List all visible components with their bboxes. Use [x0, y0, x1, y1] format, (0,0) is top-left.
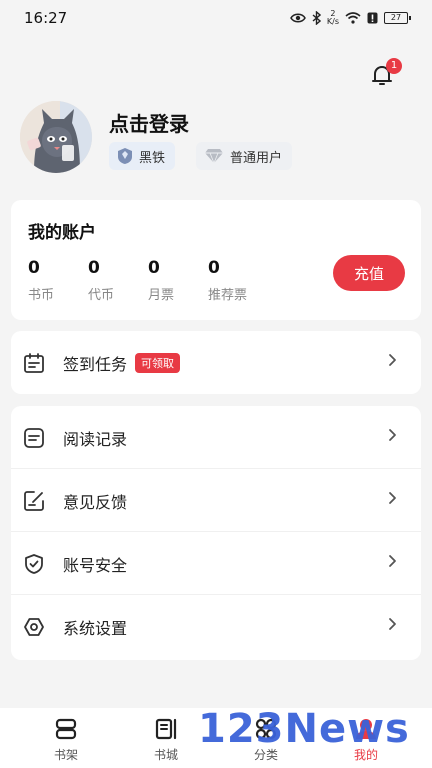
nav-label: 书城: [153, 748, 178, 762]
reading-history-icon: [22, 426, 46, 450]
nav-bookstore[interactable]: 书城: [130, 708, 202, 763]
level-badge-label: 黑铁: [139, 150, 166, 166]
settings-icon: [22, 615, 46, 639]
net-speed: 2 K/s: [326, 9, 339, 26]
status-icons: 2 K/s 27: [290, 9, 411, 26]
diamond-icon: [205, 149, 223, 164]
sign-in-task-row[interactable]: 签到任务 可领取: [11, 331, 421, 394]
stat-value: 0: [208, 258, 220, 278]
feedback-icon: [22, 489, 46, 513]
menu-item-reading-history[interactable]: 阅读记录: [11, 406, 421, 469]
cat-avatar-illustration: [20, 101, 92, 173]
stat-label: 书币: [28, 288, 55, 303]
profile-icon: [353, 716, 379, 742]
wifi-icon: [345, 12, 361, 24]
sign-in-task-label: 签到任务: [63, 354, 128, 374]
menu-item-settings[interactable]: 系统设置: [11, 595, 421, 658]
account-title: 我的账户: [28, 223, 96, 243]
stat-book-coins[interactable]: 0 书币: [28, 258, 54, 303]
user-type-label: 普通用户: [230, 150, 283, 166]
login-prompt[interactable]: 点击登录: [109, 108, 189, 137]
menu-item-label: 阅读记录: [63, 429, 128, 449]
bookstore-icon: [153, 716, 179, 742]
menu-card: 阅读记录 意见反馈 账号安全 系统设置: [11, 406, 421, 660]
nav-profile[interactable]: 我的: [330, 708, 402, 763]
avatar[interactable]: [20, 101, 92, 173]
menu-item-label: 账号安全: [63, 555, 128, 575]
menu-item-account-security[interactable]: 账号安全: [11, 532, 421, 595]
alert-icon: [367, 12, 378, 24]
nav-category[interactable]: 分类: [230, 708, 302, 763]
user-type-badge: 普通用户: [196, 142, 293, 170]
stat-label: 推荐票: [208, 288, 248, 303]
shield-icon: [22, 552, 46, 576]
stat-tokens[interactable]: 0 代币: [88, 258, 114, 303]
chevron-right-icon: [389, 429, 396, 441]
nav-label: 我的: [353, 748, 378, 762]
battery-indicator: 27: [384, 12, 411, 24]
nav-bookshelf[interactable]: 书架: [30, 708, 102, 763]
chevron-right-icon: [389, 618, 396, 630]
stat-value: 0: [28, 258, 40, 278]
status-bar: 16:27 2 K/s 27: [0, 0, 432, 36]
stat-recommend-tickets[interactable]: 0 推荐票: [208, 258, 247, 303]
bluetooth-icon: [312, 11, 321, 25]
level-shield-icon: [118, 148, 132, 164]
notification-badge: 1: [386, 58, 402, 74]
stat-value: 0: [88, 258, 100, 278]
task-card: 签到任务 可领取: [11, 331, 421, 394]
menu-item-label: 系统设置: [63, 618, 128, 638]
status-time: 16:27: [24, 9, 68, 27]
stat-monthly-tickets[interactable]: 0 月票: [148, 258, 174, 303]
level-badge: 黑铁: [109, 142, 176, 170]
nav-label: 分类: [253, 748, 278, 762]
claimable-badge: 可领取: [135, 352, 181, 373]
chevron-right-icon: [389, 555, 396, 567]
eye-icon: [290, 13, 306, 23]
stat-label: 月票: [148, 288, 175, 303]
recharge-button[interactable]: 充值: [333, 255, 405, 291]
category-icon: [253, 716, 279, 742]
stat-label: 代币: [88, 288, 115, 303]
chevron-right-icon: [389, 354, 396, 366]
calendar-icon: [22, 351, 46, 375]
account-card: 我的账户 0 书币 0 代币 0 月票 0 推荐票 充值: [11, 200, 421, 320]
menu-item-feedback[interactable]: 意见反馈: [11, 469, 421, 532]
stat-value: 0: [148, 258, 160, 278]
notification-button[interactable]: 1: [370, 58, 402, 89]
bookshelf-icon: [53, 716, 79, 742]
bottom-nav: 书架 书城 分类 我的: [0, 708, 432, 768]
chevron-right-icon: [389, 492, 396, 504]
nav-label: 书架: [53, 748, 78, 762]
menu-item-label: 意见反馈: [63, 492, 128, 512]
